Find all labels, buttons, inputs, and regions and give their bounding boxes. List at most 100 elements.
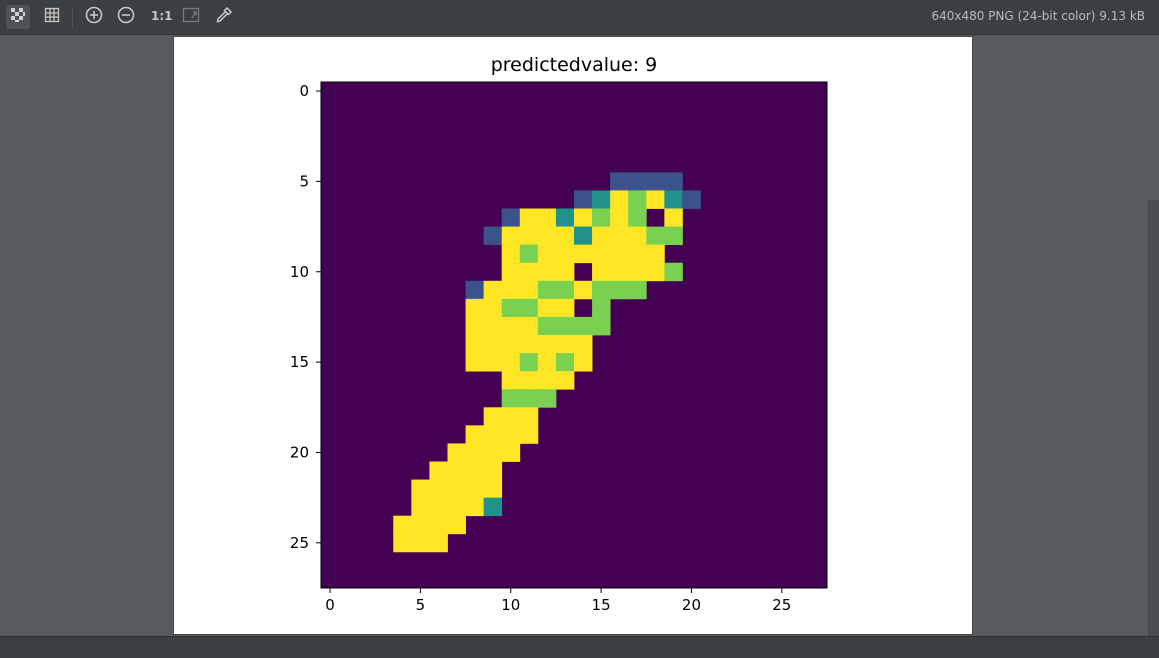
y-tick-label: 5 <box>299 172 309 190</box>
heatmap-cell <box>411 497 430 517</box>
heatmap-cell <box>646 190 665 209</box>
heatmap-cell <box>501 353 521 372</box>
heatmap-cell <box>519 244 539 264</box>
heatmap-cell <box>537 316 557 336</box>
status-bar <box>0 636 1159 658</box>
heatmap-cell <box>555 335 575 354</box>
heatmap-cell <box>555 244 575 264</box>
eyedropper-icon <box>215 6 233 28</box>
heatmap-cell <box>501 298 521 318</box>
heatmap-cell <box>501 371 521 390</box>
heatmap-cell <box>682 190 701 209</box>
grid-toggle-button[interactable] <box>40 5 64 29</box>
heatmap-cell <box>555 226 575 246</box>
heatmap-cell <box>483 316 503 336</box>
heatmap-cell <box>646 244 665 264</box>
heatmap-cell <box>447 461 466 480</box>
heatmap-cell <box>465 316 485 336</box>
heatmap-cell <box>393 515 412 535</box>
y-tick-label: 15 <box>290 353 309 371</box>
heatmap-cell <box>537 280 557 300</box>
heatmap-cell <box>592 298 611 318</box>
heatmap-cell <box>483 226 503 246</box>
heatmap-cell <box>411 533 430 553</box>
toolbar-separator <box>72 7 73 27</box>
zoom-in-button[interactable] <box>82 5 106 29</box>
actual-size-button[interactable]: 1:1 <box>151 9 173 23</box>
heatmap-cell <box>574 280 593 300</box>
heatmap-cell <box>519 226 539 246</box>
heatmap-cell <box>519 389 539 408</box>
heatmap-cell <box>664 190 683 209</box>
heatmap-cell <box>447 515 466 535</box>
heatmap-cell <box>610 262 629 282</box>
x-tick-label: 25 <box>772 596 791 614</box>
chart-title: predictedvalue: 9 <box>491 54 658 76</box>
heatmap-cell <box>628 244 647 264</box>
heatmap-cell <box>519 208 539 227</box>
heatmap-cell <box>574 208 593 227</box>
heatmap-cell <box>429 497 448 517</box>
heatmap-cell <box>465 497 485 517</box>
x-tick-label: 0 <box>325 596 335 614</box>
heatmap-cell <box>574 353 593 372</box>
chessboard-icon <box>10 7 26 27</box>
heatmap-cell <box>592 208 611 227</box>
fit-zoom-button[interactable] <box>179 5 203 29</box>
heatmap-cell <box>646 226 665 246</box>
heatmap-cell <box>628 190 647 209</box>
heatmap-cell <box>447 443 466 462</box>
heatmap-cell <box>628 262 647 282</box>
chart-svg: predictedvalue: 9 0 5 10 15 20 25 0 5 10 15 20 25 <box>290 54 828 614</box>
x-tick-label: 10 <box>501 596 520 614</box>
color-picker-button[interactable] <box>212 5 236 29</box>
heatmap-cell <box>519 371 539 390</box>
heatmap-cell <box>501 407 521 426</box>
heatmap-cell <box>555 316 575 336</box>
heatmap-cell <box>519 407 539 426</box>
heatmap-cell <box>465 479 485 499</box>
heatmap-cell <box>429 479 448 499</box>
heatmap-cell <box>592 190 611 209</box>
heatmap-cell <box>610 172 629 191</box>
heatmap-cell <box>411 515 430 535</box>
heatmap-cell <box>393 533 412 553</box>
heatmap-cell <box>592 244 611 264</box>
heatmap-cell <box>555 353 575 372</box>
vertical-scrollbar[interactable] <box>1148 200 1159 636</box>
heatmap-cell <box>592 226 611 246</box>
heatmap-cell <box>555 280 575 300</box>
y-tick-label: 25 <box>290 534 309 552</box>
heatmap-cell <box>429 533 448 553</box>
heatmap-cell <box>574 316 593 336</box>
heatmap-cells <box>321 82 827 588</box>
heatmap-cell <box>465 443 485 462</box>
heatmap-cell <box>610 280 629 300</box>
heatmap-cell <box>519 262 539 282</box>
heatmap-cell <box>447 479 466 499</box>
heatmap-cell <box>537 335 557 354</box>
heatmap-cell <box>537 244 557 264</box>
heatmap-cell <box>664 172 683 191</box>
heatmap-cell <box>501 262 521 282</box>
heatmap-cell <box>592 262 611 282</box>
heatmap-cell <box>483 335 503 354</box>
heatmap-cell <box>628 172 647 191</box>
heatmap-cell <box>610 226 629 246</box>
heatmap-cell <box>483 298 503 318</box>
image-viewer-toolbar: 1:1 640x480 PNG (24-bit color) 9.13 kB <box>0 0 1159 35</box>
heatmap-cell <box>465 280 485 300</box>
zoom-out-button[interactable] <box>114 5 138 29</box>
heatmap-cell <box>465 298 485 318</box>
heatmap-cell <box>483 353 503 372</box>
heatmap-cell <box>447 497 466 517</box>
heatmap-cell <box>555 262 575 282</box>
heatmap-cell <box>501 335 521 354</box>
y-tick-label: 10 <box>290 263 309 281</box>
heatmap-cell <box>537 389 557 408</box>
fit-icon <box>182 6 200 28</box>
chessboard-toggle-button[interactable] <box>6 5 30 29</box>
heatmap-cell <box>610 208 629 227</box>
heatmap-cell <box>537 353 557 372</box>
heatmap-cell <box>574 335 593 354</box>
